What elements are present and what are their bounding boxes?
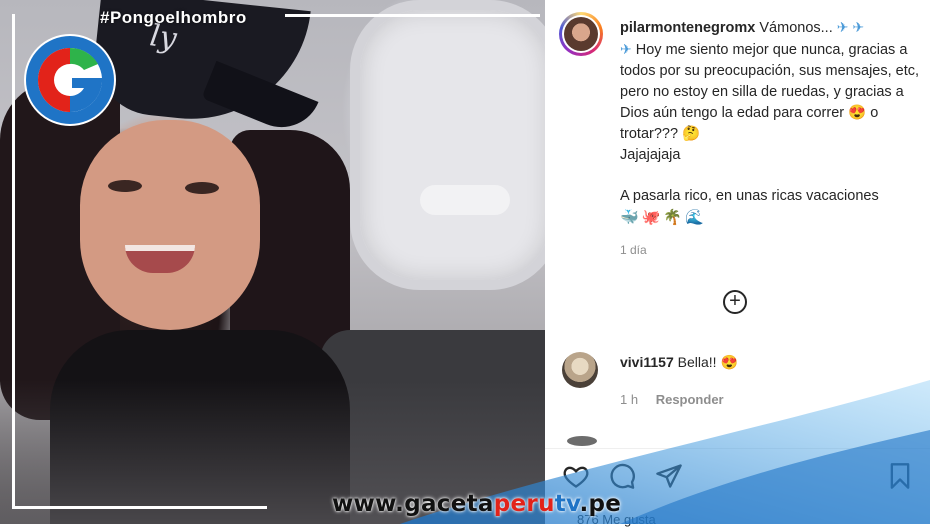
post-timestamp: 1 día xyxy=(620,243,647,257)
bookmark-icon[interactable] xyxy=(886,462,914,490)
airplane-icon: ✈ xyxy=(620,41,632,57)
left-eye xyxy=(108,180,142,192)
divider xyxy=(545,448,930,449)
next-comment-avatar xyxy=(567,436,597,446)
comment-text: Bella!! xyxy=(677,354,717,370)
frame-line-bottom xyxy=(12,506,267,509)
avatar[interactable] xyxy=(559,12,603,56)
instagram-post-panel: pilarmontenegromx Vámonos... ✈ ✈ ✈ Hoy m… xyxy=(545,0,930,527)
heart-icon[interactable] xyxy=(562,462,590,490)
comment-meta: 1 h Responder xyxy=(620,392,738,407)
heart-eyes-emoji-icon: 😍 xyxy=(848,105,867,121)
right-eye xyxy=(185,182,219,194)
window-shade xyxy=(420,185,510,215)
post-username[interactable]: pilarmontenegromx xyxy=(620,20,755,36)
octopus-emoji-icon: 🐙 xyxy=(641,209,661,226)
site-part-tv: tv xyxy=(554,491,580,517)
site-part-gaceta: gaceta xyxy=(404,491,494,517)
gaceta-logo-icon xyxy=(24,34,116,126)
post-photo: ly #Pongoelhombro xyxy=(0,0,545,524)
comment-avatar[interactable] xyxy=(562,352,598,388)
send-icon[interactable] xyxy=(655,462,683,490)
emoji-row: 🐳 🐙 🌴 🌊 xyxy=(620,207,920,229)
airplane-icon: ✈ ✈ xyxy=(836,19,865,35)
person-face xyxy=(80,120,260,330)
site-prefix: www. xyxy=(332,491,405,517)
palm-tree-emoji-icon: 🌴 xyxy=(663,209,683,226)
airplane-window xyxy=(350,0,545,290)
frame-line-left xyxy=(12,14,15,509)
hashtag-label: #Pongoelhombro xyxy=(100,8,247,27)
wave-emoji-icon: 🌊 xyxy=(685,209,704,226)
comment: vivi1157 Bella!! 😍 xyxy=(620,354,738,371)
caption-paragraph-2: A pasarla rico, en unas ricas vacaciones xyxy=(620,188,879,204)
site-watermark: www.gacetaperutv.pe xyxy=(332,491,621,517)
reply-button[interactable]: Responder xyxy=(656,392,724,407)
caption-line-1: Vámonos... xyxy=(759,20,833,36)
whale-emoji-icon: 🐳 xyxy=(620,209,639,226)
post-caption: pilarmontenegromx Vámonos... ✈ ✈ ✈ Hoy m… xyxy=(620,17,920,229)
frame-line-top xyxy=(285,14,540,17)
heart-eyes-emoji-icon: 😍 xyxy=(720,354,738,370)
plus-circle-icon[interactable]: + xyxy=(723,290,747,314)
thinking-emoji-icon: 🤔 xyxy=(682,126,701,142)
comment-username[interactable]: vivi1157 xyxy=(620,354,674,370)
site-part-peru: peru xyxy=(493,491,555,517)
comment-icon[interactable] xyxy=(608,462,636,490)
caption-line-4: Jajajajaja xyxy=(620,147,681,163)
comment-timestamp: 1 h xyxy=(620,392,639,407)
site-suffix: .pe xyxy=(579,491,622,517)
